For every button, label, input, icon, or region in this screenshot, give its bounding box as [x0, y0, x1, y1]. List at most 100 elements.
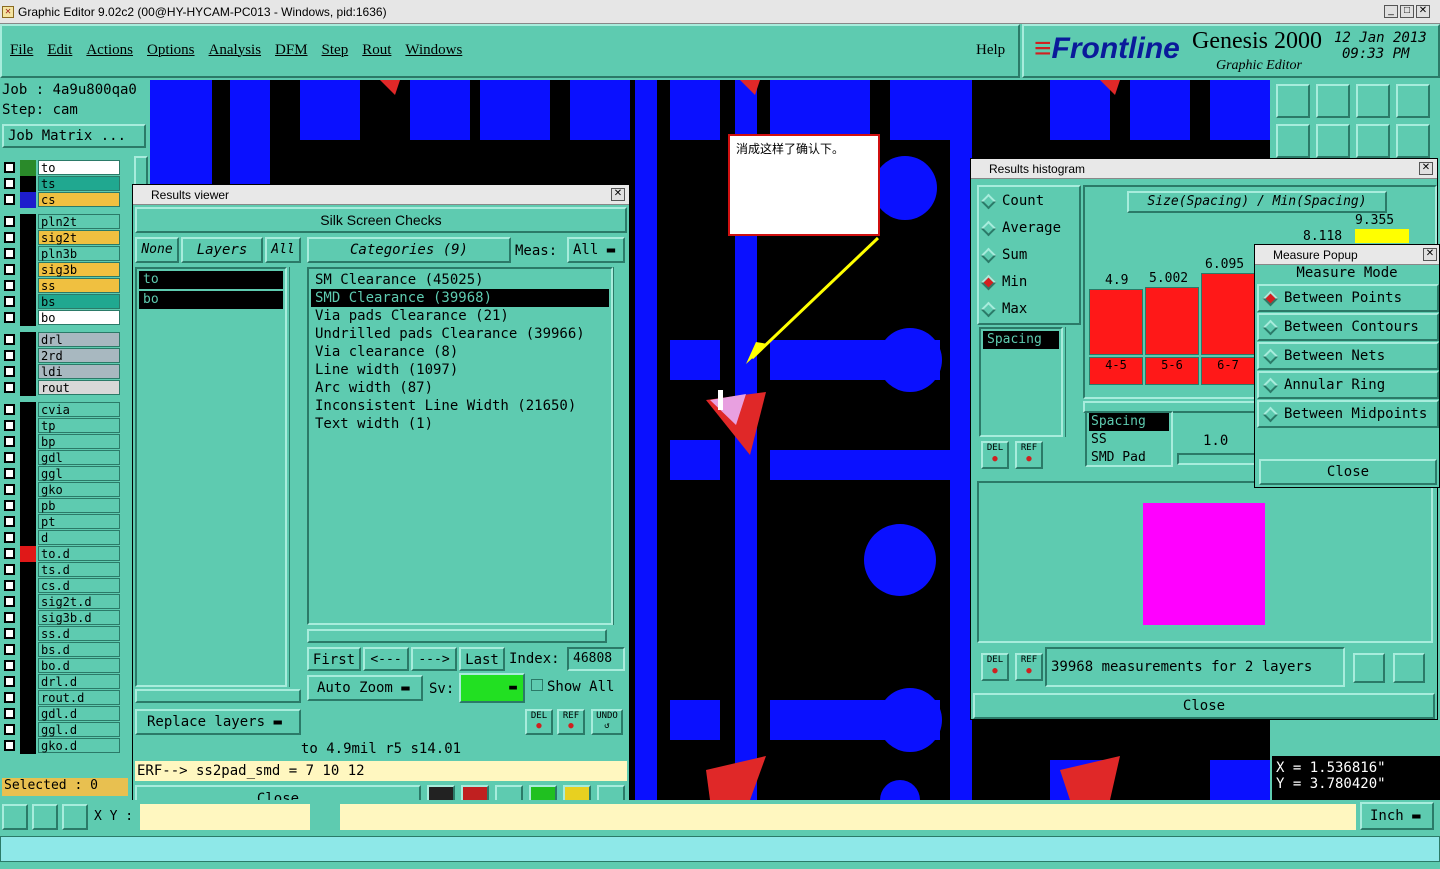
histogram-mode-min[interactable]: Min [980, 274, 1075, 301]
layer-row[interactable]: drl.d [2, 674, 120, 690]
layer-checkbox[interactable] [4, 484, 15, 495]
layer-name[interactable]: pb [38, 498, 120, 513]
results-viewer-close-icon[interactable]: ✕ [611, 188, 625, 201]
measure-close-button[interactable]: Close [1259, 459, 1437, 485]
meas-select[interactable]: All ▬ [567, 237, 625, 263]
layer-name[interactable]: sig2t [38, 230, 120, 245]
layer-row[interactable]: gdl.d [2, 706, 120, 722]
toolbar-icon-5[interactable] [1276, 124, 1310, 158]
layer-color-swatch[interactable] [20, 160, 36, 176]
layer-checkbox[interactable] [4, 628, 15, 639]
layer-name[interactable]: tp [38, 418, 120, 433]
preview-del-button[interactable]: DEL ● [981, 653, 1009, 681]
layer-name[interactable]: ldi [38, 364, 120, 379]
layer-row[interactable]: ts [2, 176, 120, 192]
layer-row[interactable]: pb [2, 498, 120, 514]
prev-button[interactable]: <--- [363, 647, 409, 671]
layer-checkbox[interactable] [4, 312, 15, 323]
layer-checkbox[interactable] [4, 194, 15, 205]
show-all-checkbox[interactable] [531, 679, 543, 691]
layer-name[interactable]: bo.d [38, 658, 120, 673]
grid-tool-icon[interactable] [62, 804, 88, 830]
select-tool-icon[interactable] [2, 804, 28, 830]
histogram-left-item[interactable]: Spacing [983, 331, 1059, 349]
layer-row[interactable]: bo.d [2, 658, 120, 674]
layer-checkbox[interactable] [4, 404, 15, 415]
layer-color-swatch[interactable] [20, 214, 36, 230]
layer-color-swatch[interactable] [20, 332, 36, 348]
layer-color-swatch[interactable] [20, 466, 36, 482]
histogram-bar-3[interactable] [1201, 273, 1255, 355]
toolbar-icon-6[interactable] [1316, 124, 1350, 158]
layer-checkbox[interactable] [4, 178, 15, 189]
layer-checkbox[interactable] [4, 162, 15, 173]
layer-row[interactable]: gdl [2, 450, 120, 466]
layer-row[interactable]: cvia [2, 402, 120, 418]
measure-option[interactable]: Between Nets [1257, 342, 1439, 370]
toolbar-icon-4[interactable] [1396, 84, 1430, 118]
layer-name[interactable]: pt [38, 514, 120, 529]
layer-name[interactable]: rout [38, 380, 120, 395]
layer-color-swatch[interactable] [20, 722, 36, 738]
layer-row[interactable]: ldi [2, 364, 120, 380]
layer-name[interactable]: gko.d [38, 738, 120, 753]
layer-checkbox[interactable] [4, 740, 15, 751]
layer-row[interactable]: ss [2, 278, 120, 294]
layer-checkbox[interactable] [4, 452, 15, 463]
units-select[interactable]: Inch ▬ [1360, 802, 1434, 830]
layer-name[interactable]: bp [38, 434, 120, 449]
layer-checkbox[interactable] [4, 232, 15, 243]
layer-color-swatch[interactable] [20, 278, 36, 294]
rv-category-item[interactable]: Via pads Clearance (21) [311, 307, 609, 325]
layer-color-swatch[interactable] [20, 738, 36, 754]
hist-icon-1[interactable] [1353, 653, 1385, 683]
histogram-close-button[interactable]: Close [973, 693, 1435, 719]
layer-color-swatch[interactable] [20, 530, 36, 546]
layer-name[interactable]: sig2t.d [38, 594, 120, 609]
layer-color-swatch[interactable] [20, 514, 36, 530]
histogram-bar-2[interactable] [1145, 287, 1199, 355]
layer-name[interactable]: drl [38, 332, 120, 347]
sv-select[interactable]: ▬ [459, 673, 525, 703]
layer-checkbox[interactable] [4, 500, 15, 511]
histogram-left-list[interactable]: Spacing [979, 327, 1063, 437]
layer-row[interactable]: gko.d [2, 738, 120, 754]
layer-color-swatch[interactable] [20, 674, 36, 690]
layer-name[interactable]: gko [38, 482, 120, 497]
rv-category-item[interactable]: SM Clearance (45025) [311, 271, 609, 289]
layer-checkbox[interactable] [4, 580, 15, 591]
layer-color-swatch[interactable] [20, 348, 36, 364]
preview-ref-button[interactable]: REF ● [1015, 653, 1043, 681]
help-menu[interactable]: Help [976, 42, 1005, 59]
layer-color-swatch[interactable] [20, 364, 36, 380]
categories-button[interactable]: Categories (9) [307, 237, 511, 263]
layer-color-swatch[interactable] [20, 434, 36, 450]
layer-checkbox[interactable] [4, 516, 15, 527]
rv-ref-button[interactable]: REF ● [557, 709, 585, 735]
layer-name[interactable]: d [38, 530, 120, 545]
layer-color-swatch[interactable] [20, 402, 36, 418]
toolbar-icon-7[interactable] [1356, 124, 1390, 158]
layer-row[interactable]: d [2, 530, 120, 546]
rv-category-hscroll[interactable] [307, 629, 607, 643]
layer-row[interactable]: sig3b [2, 262, 120, 278]
measure-close-icon[interactable]: ✕ [1423, 248, 1437, 261]
layer-checkbox[interactable] [4, 692, 15, 703]
rv-layer-scrollbar[interactable] [289, 267, 301, 687]
layer-row[interactable]: bs [2, 294, 120, 310]
layer-checkbox[interactable] [4, 280, 15, 291]
rv-category-list[interactable]: SM Clearance (45025) SMD Clearance (39968… [307, 267, 613, 625]
layer-row[interactable]: 2rd [2, 348, 120, 364]
layer-name[interactable]: ss.d [38, 626, 120, 641]
replace-layers-select[interactable]: Replace layers ▬ [135, 709, 301, 735]
rv-category-item[interactable]: Via clearance (8) [311, 343, 609, 361]
layer-name[interactable]: to [38, 160, 120, 175]
layer-row[interactable]: ts.d [2, 562, 120, 578]
next-button[interactable]: ---> [411, 647, 457, 671]
last-button[interactable]: Last [459, 647, 505, 671]
layer-checkbox[interactable] [4, 468, 15, 479]
rv-layer-hscroll[interactable] [135, 689, 301, 703]
histogram-mode-average[interactable]: Average [980, 220, 1075, 247]
layer-checkbox[interactable] [4, 612, 15, 623]
layer-name[interactable]: rout.d [38, 690, 120, 705]
